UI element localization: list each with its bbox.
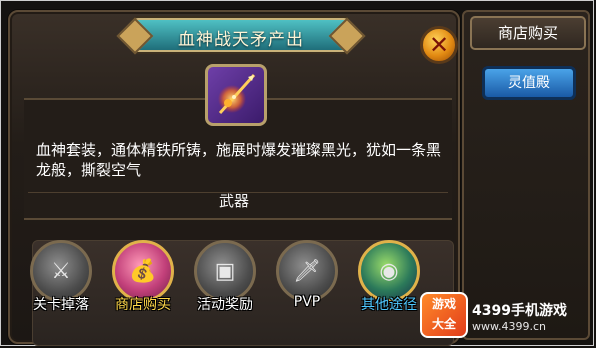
shop-sidebar [462, 10, 590, 340]
treasure-chest-icon: ▣ [194, 240, 256, 302]
source-label: 其他途径 [361, 297, 417, 313]
source-label: 活动奖励 [197, 297, 253, 313]
item-slot [205, 64, 267, 126]
close-button[interactable]: ✕ [420, 26, 458, 64]
source-label: 关卡掉落 [33, 297, 89, 313]
close-x-icon: ✕ [428, 31, 450, 59]
source-pvp[interactable]: 🗡 PVP [272, 240, 342, 310]
watermark-badge-line1: 游戏 [431, 297, 456, 311]
tab-shop-purchase[interactable]: 商店购买 [470, 16, 586, 50]
peacock-feather-icon: ◉ [358, 240, 420, 302]
watermark-badge-line2: 大全 [431, 317, 456, 331]
pvp-sword-icon: 🗡 [276, 240, 338, 302]
dialog-title: 血神战天矛产出 [178, 30, 304, 50]
source-shop-purchase[interactable]: 💰 商店购买 [108, 240, 178, 314]
source-other[interactable]: ◉ 其他途径 [354, 240, 424, 314]
watermark-url: www.4399.cn [472, 320, 546, 333]
crossed-swords-icon: ⚔ [30, 240, 92, 302]
dialog-title-plate: 血神战天矛产出 [116, 17, 366, 55]
source-stage-drop[interactable]: ⚔ 关卡掉落 [26, 240, 96, 314]
item-category: 武器 [218, 192, 249, 210]
watermark-logo: 游戏 大全 [420, 292, 468, 338]
source-label: PVP [293, 294, 321, 310]
watermark-brand: 4399手机游戏 [472, 303, 567, 319]
spear-icon [218, 73, 256, 115]
source-label: 商店购买 [115, 297, 171, 313]
lingzhi-hall-button[interactable]: 灵值殿 [482, 66, 576, 100]
watermark: 游戏 大全 4399手机游戏 www.4399.cn [420, 292, 590, 340]
item-description: 血神套装，通体精铁所铸，施展时爆发璀璨黑光，犹如一条黑龙般，撕裂空气 [36, 141, 442, 179]
money-bag-icon: 💰 [112, 240, 174, 302]
source-event-reward[interactable]: ▣ 活动奖励 [190, 240, 260, 314]
